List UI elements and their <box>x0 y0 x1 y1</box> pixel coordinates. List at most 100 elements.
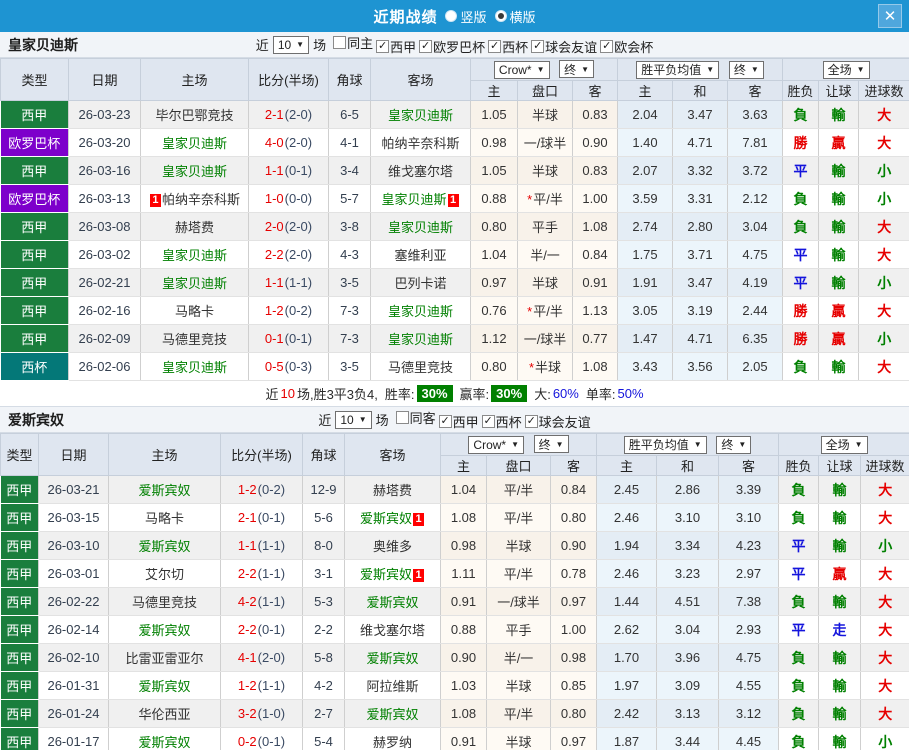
filter-checkbox[interactable]: ✓ 西甲 <box>376 37 416 56</box>
team-name: 巴列卡诺 <box>394 276 447 291</box>
match-date: 26-01-31 <box>38 671 109 700</box>
type-badge: 西甲 <box>0 503 39 532</box>
halftime-score: (2-0) <box>284 107 313 122</box>
odds-stage-select[interactable]: 终 ▼ <box>559 60 595 79</box>
checkbox-checked-icon[interactable]: ✓ <box>376 40 390 53</box>
avg-lose: 4.45 <box>718 727 780 750</box>
result-handicap: 輸 <box>818 184 860 213</box>
filter-checkbox[interactable]: 同客 <box>395 408 436 427</box>
team-name: 华伦西亚 <box>138 707 191 722</box>
team-name: 皇家贝迪斯 <box>387 304 453 319</box>
odds-stage-select[interactable]: 终 ▼ <box>533 435 569 454</box>
type-badge: 西甲 <box>0 615 39 644</box>
avg-lose: 2.12 <box>727 184 784 213</box>
match-row: 欧罗巴杯 26-03-13 1 帕纳辛奈科斯 1-0(0-0) 5-7 皇家贝迪斯 1 0.88… <box>0 184 909 213</box>
halftime-score: (0-3) <box>284 359 313 374</box>
avg-source-select[interactable]: 胜平负均值 ▼ <box>636 60 720 79</box>
col-header-date: 日期 <box>38 433 109 476</box>
avg-stage-select[interactable]: 终 ▼ <box>716 435 752 454</box>
avg-draw: 3.44 <box>656 727 719 750</box>
match-row: 西甲 26-02-14 爱斯宾奴 2-2(0-1) 2-2 维戈塞尔塔 0.88 平手 1.00… <box>0 615 909 644</box>
odds-source-select[interactable]: Crow* ▼ <box>468 435 525 454</box>
team-name: 皇家贝迪斯 <box>161 276 227 291</box>
subcol-handicap: 盘口 <box>486 455 551 476</box>
match-row: 西甲 26-01-31 爱斯宾奴 1-2(1-1) 4-2 阿拉维斯 1.03 半球 0.85 1… <box>0 671 909 700</box>
chevron-down-icon: ▼ <box>511 440 520 450</box>
close-button[interactable]: ✕ <box>878 4 902 28</box>
chevron-down-icon: ▼ <box>555 439 564 449</box>
layout-radio-horizontal[interactable]: 横版 <box>494 7 536 26</box>
avg-lose: 4.55 <box>718 671 780 700</box>
scope-select[interactable]: 全场 ▼ <box>822 60 870 79</box>
type-badge: 欧罗巴杯 <box>0 128 69 157</box>
halftime-score: (0-1) <box>257 622 286 637</box>
checkbox-checked-icon[interactable]: ✓ <box>488 40 502 53</box>
handicap-line: 一/球半 <box>517 324 573 353</box>
odds-source-select[interactable]: Crow* ▼ <box>493 60 550 79</box>
away-team: 奥维多 <box>344 531 441 560</box>
subcol-avg-win: 主 <box>617 80 673 101</box>
avg-lose: 2.93 <box>718 615 780 644</box>
filter-checkbox[interactable]: ✓ 西杯 <box>481 412 522 431</box>
avg-draw: 3.13 <box>656 699 719 728</box>
layout-radio-vertical[interactable]: 竖版 <box>445 7 487 26</box>
avg-draw: 2.86 <box>656 475 719 504</box>
checkbox-checked-icon[interactable]: ✓ <box>524 415 538 428</box>
match-row: 西甲 26-02-16 马略卡 1-2(0-2) 7-3 皇家贝迪斯 0.76 *平/半 1.1… <box>0 296 909 325</box>
filter-checkbox[interactable]: ✓ 西杯 <box>488 37 528 56</box>
fulltime-score: 2-2 <box>237 566 257 581</box>
filter-checkbox-label: 同客 <box>409 411 436 426</box>
radio-icon[interactable] <box>494 10 507 22</box>
avg-lose: 4.19 <box>727 268 784 297</box>
avg-lose: 3.72 <box>727 156 784 185</box>
match-row: 西甲 26-03-10 爱斯宾奴 1-1(1-1) 8-0 奥维多 0.98 半球 0.90 1.… <box>0 531 909 560</box>
match-date: 26-02-21 <box>68 268 141 297</box>
team-name: 维戈塞尔塔 <box>359 623 425 638</box>
big-rate-value: 60% <box>552 386 579 401</box>
type-badge: 西甲 <box>0 727 39 750</box>
away-team: 维戈塞尔塔 <box>344 615 441 644</box>
checkbox-checked-icon[interactable]: ✓ <box>419 40 433 53</box>
handicap-line: 半球 <box>517 156 573 185</box>
checkbox-checked-icon[interactable]: ✓ <box>438 415 452 428</box>
avg-source-select[interactable]: 胜平负均值 ▼ <box>623 435 707 454</box>
filter-checkbox[interactable]: 同主 <box>333 33 373 52</box>
team-name: 毕尔巴鄂竞技 <box>155 108 234 123</box>
filter-checkbox[interactable]: ✓ 西甲 <box>438 412 479 431</box>
filter-checkbox[interactable]: ✓ 欧罗巴杯 <box>419 37 485 56</box>
score: 3-2(1-0) <box>220 699 303 728</box>
away-team: 皇家贝迪斯 <box>370 100 471 129</box>
recent-count-select[interactable]: 10 ▼ <box>272 35 310 54</box>
away-team: 巴列卡诺 <box>370 268 471 297</box>
chevron-down-icon: ▼ <box>738 440 747 449</box>
match-row: 西甲 26-03-21 爱斯宾奴 1-2(0-2) 12-9 赫塔费 1.04 平/半 0.84… <box>0 475 909 504</box>
avg-lose: 4.75 <box>727 240 784 269</box>
halftime-score: (0-2) <box>284 303 313 318</box>
filter-checkbox[interactable]: ✓ 欧会杯 <box>600 37 653 56</box>
avg-draw: 3.19 <box>672 296 728 325</box>
score: 1-2(0-2) <box>248 296 329 325</box>
checkbox-checked-icon[interactable]: ✓ <box>481 415 495 428</box>
chevron-down-icon: ▼ <box>536 65 545 75</box>
checkbox-checked-icon[interactable]: ✓ <box>600 40 614 53</box>
avg-stage-select[interactable]: 终 ▼ <box>728 60 764 79</box>
scope-group-header: 全场 ▼ <box>778 433 909 456</box>
corner-count: 5-6 <box>302 503 345 532</box>
corner-count: 3-4 <box>328 156 371 185</box>
team-name: 帕纳辛奈科斯 <box>161 192 240 207</box>
radio-label: 竖版 <box>460 9 487 25</box>
odds-away: 0.83 <box>572 156 618 185</box>
checkbox-unchecked-icon[interactable] <box>333 36 347 49</box>
filter-checkbox[interactable]: ✓ 球会友谊 <box>524 412 591 431</box>
chevron-down-icon: ▼ <box>296 40 305 49</box>
radio-icon[interactable] <box>445 10 458 22</box>
filter-checkbox[interactable]: ✓ 球会友谊 <box>531 37 597 56</box>
avg-draw: 3.31 <box>672 184 728 213</box>
odds-home: 1.08 <box>440 699 487 728</box>
avg-win: 2.07 <box>617 156 673 185</box>
recent-count-select[interactable]: 10 ▼ <box>335 410 372 429</box>
checkbox-checked-icon[interactable]: ✓ <box>531 40 545 53</box>
result-wdl: 勝 <box>782 324 820 353</box>
scope-select[interactable]: 全场 ▼ <box>820 435 868 454</box>
checkbox-unchecked-icon[interactable] <box>395 411 409 424</box>
